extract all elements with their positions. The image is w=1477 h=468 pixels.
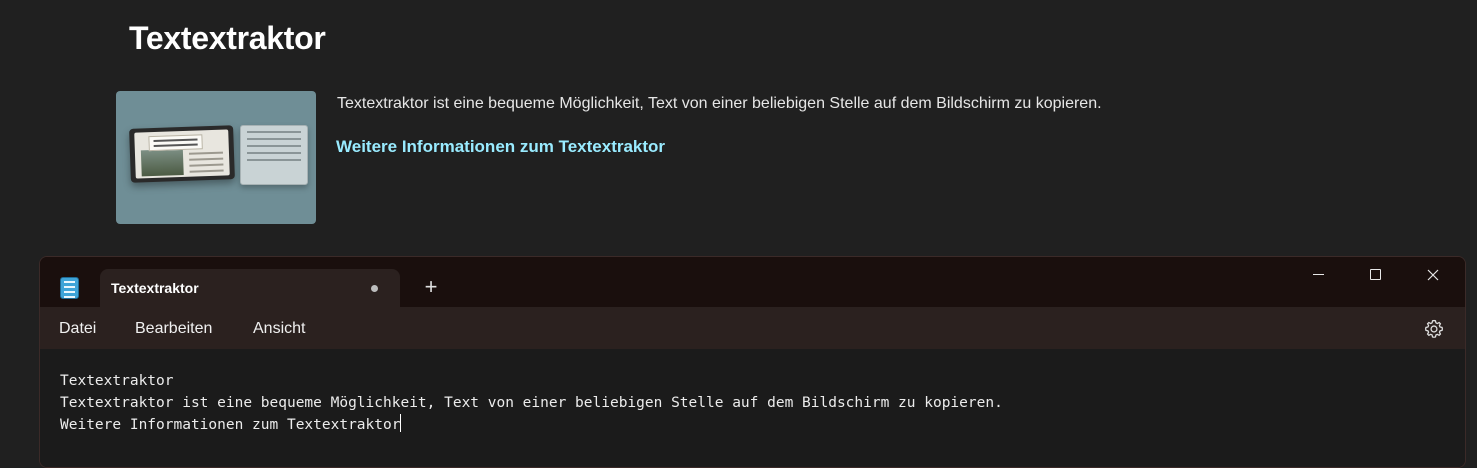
menu-ansicht[interactable]: Ansicht [253,320,305,338]
titlebar: Textextraktor + [40,257,1465,307]
photo-illustration [140,148,184,177]
page-title: Textextraktor [129,20,326,56]
menubar: Datei Bearbeiten Ansicht [40,307,1465,349]
editor-text: Textextraktor Textextraktor ist eine bequ… [60,370,1003,436]
minimize-icon [1312,274,1324,276]
feature-description: Textextraktor ist eine bequeme Möglichke… [337,95,1102,112]
settings-button[interactable] [1423,318,1445,340]
editor-line: Textextraktor ist eine bequeme Möglichke… [60,395,1003,411]
text-lines-illustration [188,151,224,177]
editor-line: Textextraktor [60,373,174,389]
close-icon [1427,269,1439,281]
tab-textextraktor[interactable]: Textextraktor [100,269,400,307]
mini-window-illustration [240,125,308,185]
tablet-screen [134,129,230,179]
text-caret [400,414,402,432]
heading-illustration [148,134,203,152]
notepad-icon [60,277,79,299]
gear-icon [1425,319,1443,338]
maximize-icon [1369,269,1381,281]
new-tab-button[interactable]: + [421,276,441,298]
unsaved-dot-icon[interactable] [371,285,378,292]
menu-bearbeiten[interactable]: Bearbeiten [135,320,212,338]
notepad-window: Textextraktor + Datei Bearbeiten Ansicht… [39,256,1466,468]
feature-thumbnail [116,91,316,224]
editor-area[interactable]: Textextraktor Textextraktor ist eine bequ… [40,349,1465,467]
menu-datei[interactable]: Datei [59,320,96,338]
close-button[interactable] [1413,263,1453,287]
tab-title: Textextraktor [111,280,199,296]
minimize-button[interactable] [1298,263,1338,287]
editor-line: Weitere Informationen zum Textextraktor [60,417,401,433]
learn-more-link[interactable]: Weitere Informationen zum Textextraktor [336,137,665,157]
maximize-button[interactable] [1355,263,1395,287]
tablet-illustration [129,125,235,183]
